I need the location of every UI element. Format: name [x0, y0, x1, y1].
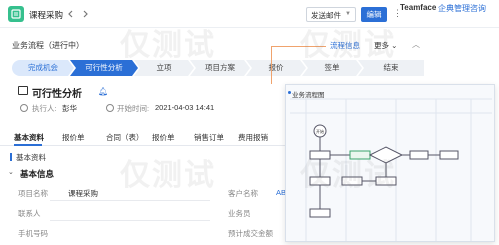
field-value: 课程采购 [68, 189, 98, 198]
process-label: 业务流程（进行中） [12, 41, 84, 50]
process-info-link[interactable]: 流程信息 [330, 40, 360, 51]
send-mail-button[interactable]: 发送邮件 ▼ [306, 7, 356, 22]
clock-icon [106, 104, 114, 112]
field-label: 手机号码 [18, 229, 48, 238]
collapse-icon[interactable]: ︿ [412, 39, 420, 50]
divider [50, 200, 210, 201]
edit-button[interactable]: 编辑 [361, 7, 387, 22]
chevron-right-icon[interactable] [80, 9, 90, 19]
tab-quote[interactable]: 报价单 [62, 132, 85, 143]
record-title: 课程采购 [29, 10, 64, 20]
field-label: 客户名称 [228, 189, 258, 198]
chevron-left-icon[interactable] [66, 9, 76, 19]
flowchart-popup: 业务流程图 开始 [285, 84, 495, 242]
step-item[interactable]: 立项 [134, 60, 194, 76]
popup-connector [271, 46, 326, 84]
step-item[interactable]: 可行性分析 [70, 60, 138, 76]
field-label: 预计成交金额 [228, 229, 273, 238]
step-item[interactable]: 项目方案 [190, 60, 250, 76]
detail-tabs: 基本资料 报价单 合同（表） 报价单 销售订单 费用报销 [0, 128, 290, 146]
tab-basic[interactable]: 基本资料 [14, 132, 44, 143]
monitor-icon [18, 86, 28, 95]
chevron-down-icon: ▼ [345, 11, 351, 17]
top-bar: 课程采购 发送邮件 ▼ 编辑 ⋮ Teamface 企典管理咨询 [0, 0, 499, 28]
step-item[interactable]: 结束 [358, 60, 424, 76]
chevron-down-icon: ⌄ [391, 41, 398, 50]
field-label: 联系人 [18, 209, 41, 218]
field-label: 项目名称 [18, 189, 48, 198]
app-logo [8, 6, 24, 22]
more-dropdown[interactable]: 更多 ⌄ [374, 40, 397, 51]
process-stepper: 完成机会 可行性分析 立项 项目方案 报价 签单 结束 [12, 60, 427, 76]
tab-contract[interactable]: 合同（表） [106, 132, 144, 143]
start-value: 2021-04-03 14:41 [155, 103, 215, 112]
step-item[interactable]: 完成机会 [12, 60, 74, 76]
bell-icon[interactable]: 🔔︎ [98, 87, 108, 96]
more-label: 更多 [374, 41, 389, 50]
tab-indicator [14, 144, 42, 146]
section-basic-info: 基本信息 [20, 169, 55, 179]
divider [50, 220, 210, 221]
section-basic: 基本资料 [16, 153, 46, 162]
owner-value: 彭华 [62, 104, 77, 113]
field-label: 业务员 [228, 209, 251, 218]
stage-title: 可行性分析 [32, 89, 82, 100]
owner-label: 执行人: [32, 104, 57, 113]
send-mail-label: 发送邮件 [311, 11, 341, 20]
field-row: 手机号码 预计成交金额 [18, 228, 288, 242]
flowchart-diagram: 开始 [290, 98, 492, 241]
brand-subtitle: 企典管理咨询 [438, 4, 486, 13]
start-label: 开始时间: [117, 104, 150, 113]
tab-sales-order[interactable]: 销售订单 [194, 132, 224, 143]
brand-name: Teamface [400, 3, 437, 12]
section-marker [10, 153, 12, 161]
tab-expense[interactable]: 费用报销 [238, 132, 268, 143]
process-header: 业务流程（进行中） 流程信息 更多 ⌄ ︿ [0, 36, 499, 54]
tab-quote-2[interactable]: 报价单 [152, 132, 175, 143]
user-icon [20, 104, 28, 112]
chevron-down-icon[interactable]: ⌄ [8, 168, 14, 176]
node-start: 开始 [316, 128, 324, 134]
